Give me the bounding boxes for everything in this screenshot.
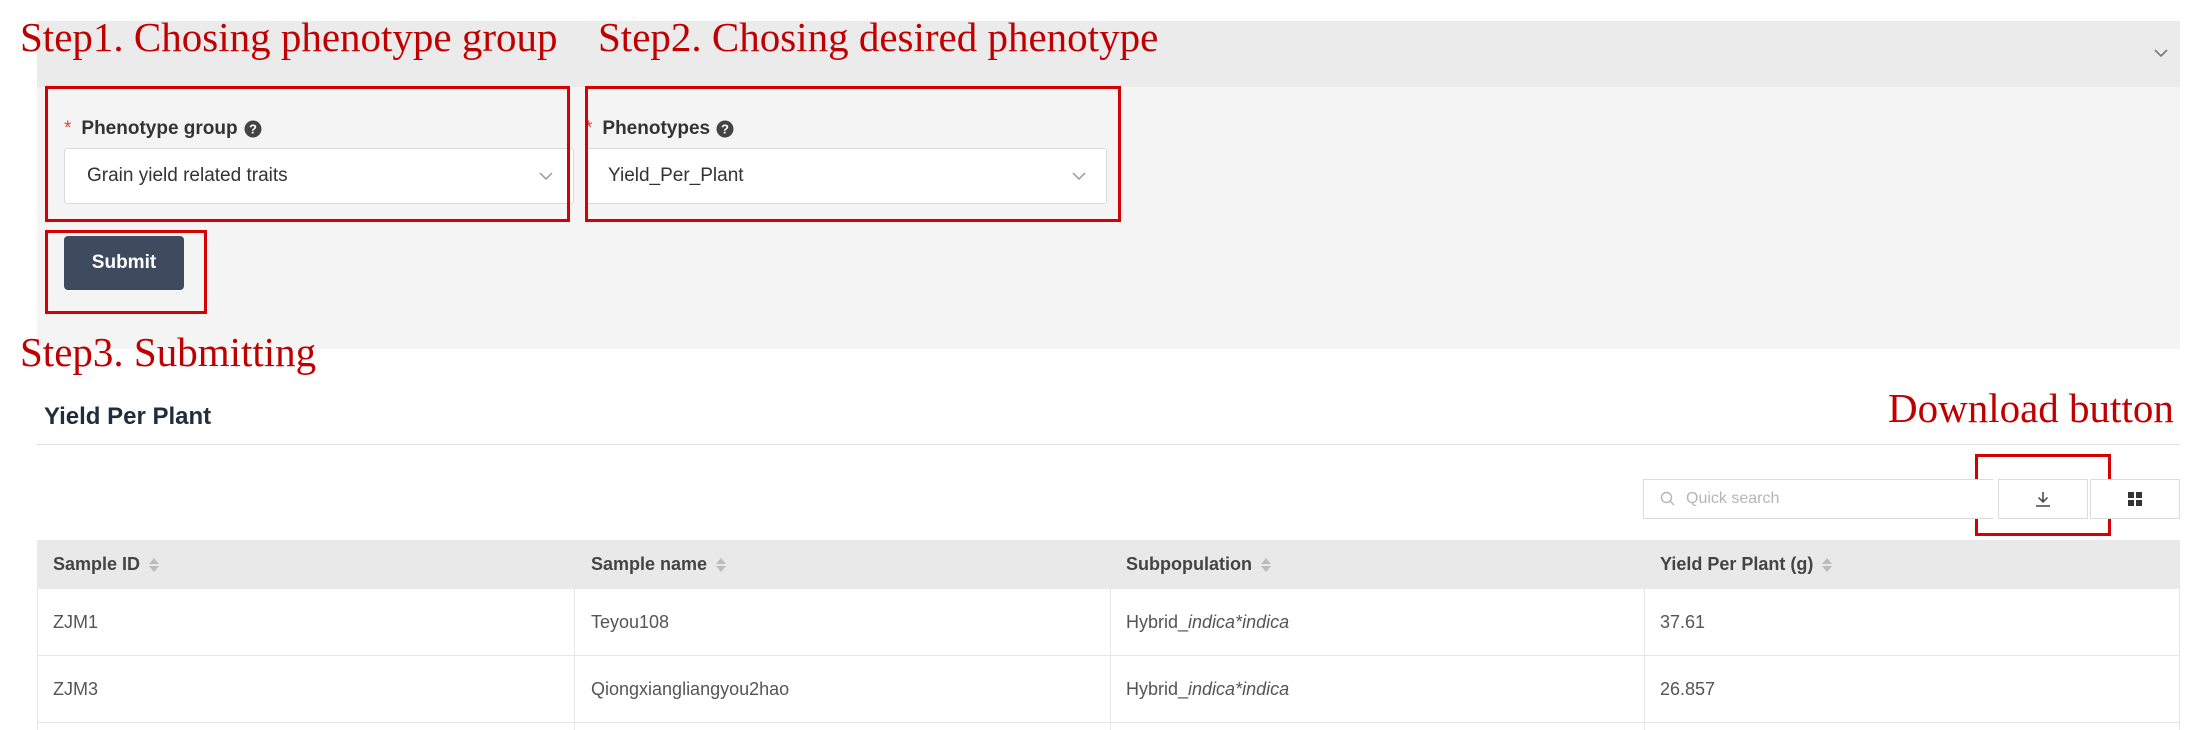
column-toggle-button[interactable]: [2090, 479, 2180, 519]
sort-icon[interactable]: [1260, 556, 1272, 574]
sort-icon[interactable]: [148, 556, 160, 574]
column-header-label: Sample ID: [53, 554, 141, 574]
column-separator: [37, 589, 38, 730]
annotation-step1: Step1. Chosing phenotype group: [20, 14, 558, 60]
chevron-down-icon[interactable]: [2148, 40, 2174, 66]
grid-icon: [2128, 492, 2142, 506]
column-header-sample-id[interactable]: Sample ID: [53, 540, 160, 589]
cell-yield: 37.61: [1660, 612, 1706, 632]
column-header-label: Yield Per Plant (g): [1660, 554, 1814, 574]
cell-sample-id: ZJM3: [53, 679, 98, 699]
quick-search-input[interactable]: Quick search: [1643, 479, 1993, 519]
download-icon: [2036, 492, 2050, 507]
table-row[interactable]: [37, 589, 2180, 656]
column-header-subpopulation[interactable]: Subpopulation: [1126, 540, 1272, 589]
annotation-step3: Step3. Submitting: [20, 329, 317, 375]
annotation-box-phenotype: [585, 86, 1121, 222]
subpopulation-italic: indica*indica: [1188, 612, 1290, 632]
column-separator: [1110, 589, 1111, 730]
subpopulation-prefix: Hybrid_: [1126, 679, 1189, 699]
download-button[interactable]: [1998, 479, 2088, 519]
cell-sample-id: ZJM1: [53, 612, 98, 632]
column-header-sample-name[interactable]: Sample name: [591, 540, 727, 589]
annotation-box-group: [45, 86, 570, 222]
annotation-step2: Step2. Chosing desired phenotype: [598, 14, 1159, 60]
result-title: Yield Per Plant: [44, 403, 212, 430]
cell-sample-name: Qiongxiangliangyou2hao: [591, 679, 790, 699]
search-icon: [1660, 491, 1675, 506]
table-header: [37, 540, 2180, 589]
subpopulation-italic: indica*indica: [1188, 679, 1290, 699]
column-separator: [574, 589, 575, 730]
column-header-yield[interactable]: Yield Per Plant (g): [1660, 540, 1833, 589]
cell-subpopulation: Hybrid_ indica*indica: [1126, 589, 1289, 656]
column-header-label: Subpopulation: [1126, 554, 1252, 574]
cell-sample-name: Teyou108: [591, 612, 670, 632]
sort-icon[interactable]: [715, 556, 727, 574]
annotation-box-submit: [45, 230, 207, 314]
quick-search-placeholder: Quick search: [1686, 490, 1780, 507]
subpopulation-prefix: Hybrid_: [1126, 612, 1189, 632]
table-row[interactable]: [37, 723, 2180, 730]
annotation-download: Download button: [1888, 385, 2174, 431]
column-separator: [2179, 589, 2180, 730]
cell-subpopulation: Hybrid_ indica*indica: [1126, 656, 1289, 723]
column-header-label: Sample name: [591, 554, 708, 574]
sort-icon[interactable]: [1821, 556, 1833, 574]
divider: [37, 444, 2180, 445]
cell-yield: 26.857: [1660, 679, 1716, 699]
table-row[interactable]: [37, 656, 2180, 723]
column-separator: [1644, 589, 1645, 730]
